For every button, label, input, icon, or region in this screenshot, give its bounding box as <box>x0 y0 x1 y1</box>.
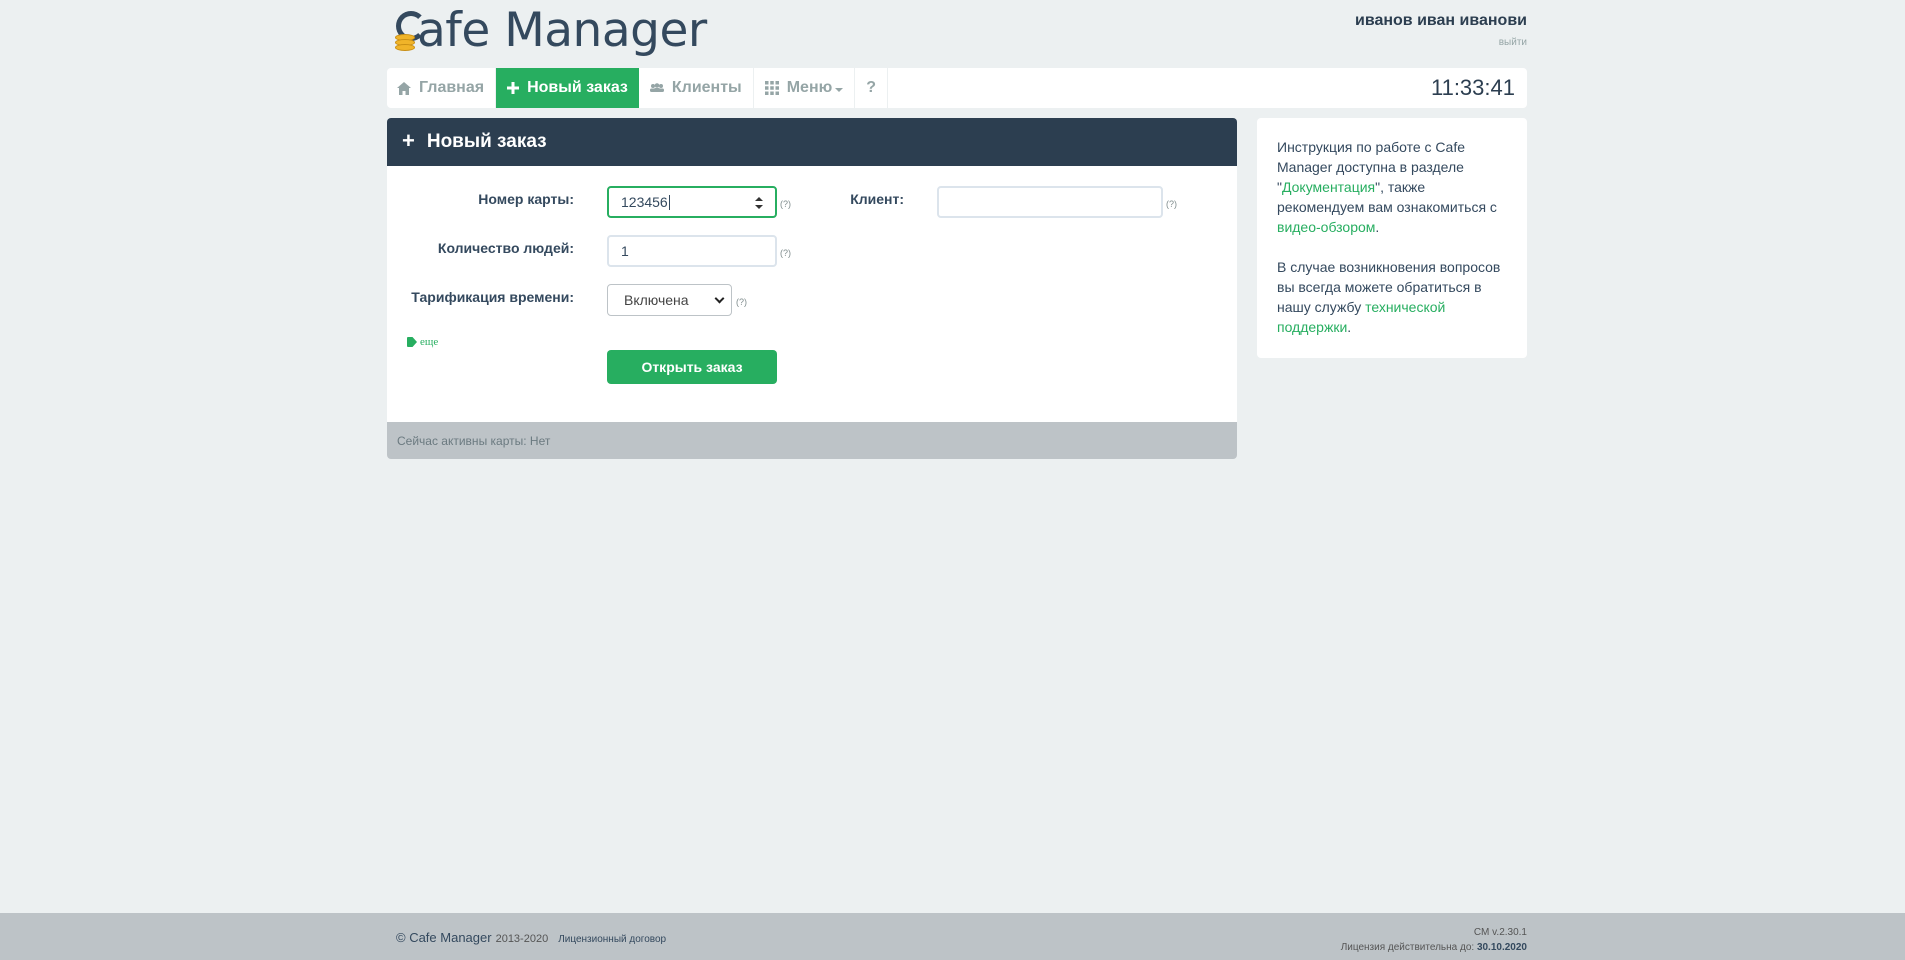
user-name[interactable]: иванов иван иванови <box>1355 12 1527 30</box>
nav-menu-dropdown[interactable]: Меню <box>754 68 856 108</box>
nav-clients[interactable]: Клиенты <box>639 68 754 108</box>
nav-menu-label: Меню <box>786 79 833 96</box>
order-form: Номер карты: 123456 (?) Клиент: (?) Коли… <box>387 166 1237 422</box>
caret-down-icon <box>835 87 844 92</box>
documentation-link[interactable]: Документация <box>1282 179 1375 195</box>
number-spinner[interactable] <box>755 197 763 209</box>
plus-icon: + <box>402 127 415 153</box>
card-number-label: Номер карты: <box>478 191 574 207</box>
page-footer: © Cafe Manager 2013-2020 Лицензионный до… <box>0 913 1905 960</box>
nav-home[interactable]: Главная <box>387 68 497 108</box>
people-count-value: 1 <box>621 243 629 259</box>
time-billing-select[interactable]: Включена <box>607 284 732 316</box>
nav-home-label: Главная <box>419 79 485 96</box>
license-agreement-link[interactable]: Лицензионный договор <box>558 934 666 945</box>
video-review-link[interactable]: видео-обзором <box>1277 219 1375 235</box>
clock-coins-icon <box>395 8 426 52</box>
open-order-button[interactable]: Открыть заказ <box>607 350 777 384</box>
new-order-panel: + Новый заказ Номер карты: 123456 (?) Кл… <box>387 118 1237 459</box>
people-count-help[interactable]: (?) <box>780 248 791 258</box>
logo-text: afe Manager <box>417 2 707 58</box>
license-validity: Лицензия действительна до: 30.10.2020 <box>1340 942 1527 953</box>
client-label: Клиент: <box>850 191 904 207</box>
time-billing-label: Тарификация времени: <box>411 289 574 305</box>
nav-help[interactable]: ? <box>855 68 889 108</box>
client-input[interactable] <box>937 186 1163 218</box>
time-billing-value: Включена <box>624 292 689 308</box>
cafe-manager-logo[interactable]: afe Manager <box>395 2 707 58</box>
nav-help-label: ? <box>866 79 877 96</box>
more-options-link[interactable]: еще <box>407 336 438 348</box>
plus-icon <box>507 82 520 94</box>
tag-icon <box>407 337 417 347</box>
support-paragraph: В случае возникновения вопросов вы всегд… <box>1277 259 1501 335</box>
time-billing-help[interactable]: (?) <box>736 297 747 307</box>
copyright-years: 2013-2020 <box>495 933 549 945</box>
people-count-input[interactable]: 1 <box>607 235 777 267</box>
card-number-input[interactable]: 123456 <box>607 186 777 218</box>
card-number-value: 123456 <box>621 194 668 210</box>
license-date: 30.10.2020 <box>1476 942 1527 953</box>
logout-link[interactable]: выйти <box>1499 37 1527 48</box>
nav-clients-label: Клиенты <box>671 79 742 96</box>
nav-new-order[interactable]: Новый заказ <box>496 68 639 108</box>
panel-header: + Новый заказ <box>387 118 1237 166</box>
footer-left: © Cafe Manager 2013-2020 Лицензионный до… <box>396 930 666 945</box>
grid-icon <box>764 81 779 95</box>
copyright: © Cafe Manager <box>396 930 492 945</box>
client-help[interactable]: (?) <box>1166 199 1177 209</box>
panel-title: Новый заказ <box>426 131 547 152</box>
clock-display: 11:33:41 <box>1430 75 1515 100</box>
card-number-help[interactable]: (?) <box>780 199 791 209</box>
footer-right: CM v.2.30.1 Лицензия действительна до: 3… <box>1341 925 1527 955</box>
header: afe Manager иванов иван иванови выйти <box>387 0 1527 62</box>
users-icon <box>649 83 664 93</box>
home-icon <box>397 81 411 95</box>
active-cards-status: Сейчас активны карты: Нет <box>387 422 1237 459</box>
more-label: еще <box>420 336 439 348</box>
instructions-paragraph: Инструкция по работе с Cafe Manager дост… <box>1277 139 1497 235</box>
instructions-box: Инструкция по работе с Cafe Manager дост… <box>1257 118 1527 358</box>
chevron-down-icon <box>714 293 725 304</box>
people-count-label: Количество людей: <box>437 240 574 256</box>
main-navbar: Главная Новый заказ Клиенты Меню ? 11:33… <box>387 68 1527 108</box>
nav-new-order-label: Новый заказ <box>527 79 628 96</box>
version: CM v.2.30.1 <box>1473 927 1527 938</box>
text-cursor <box>668 194 670 210</box>
